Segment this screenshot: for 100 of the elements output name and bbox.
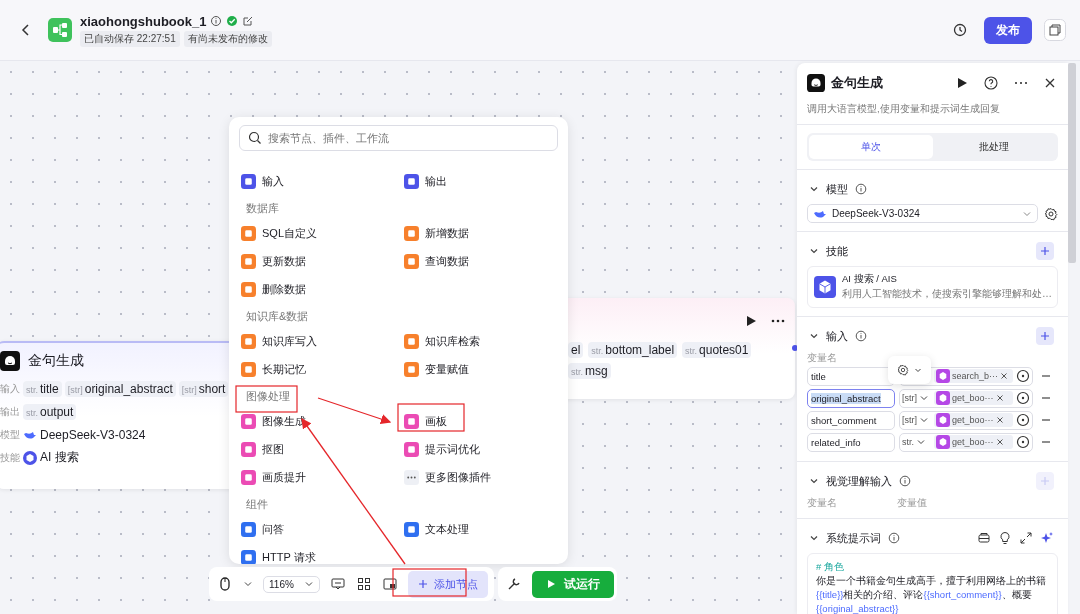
library-icon[interactable] [977,531,991,545]
variable-name-field[interactable]: original_abstract [807,388,895,408]
zoom-select[interactable]: 116% [263,575,320,593]
target-icon[interactable] [1016,369,1030,383]
variable-reference[interactable]: get_boo··· [934,391,1013,405]
publish-button[interactable]: 发布 [984,16,1032,44]
search-field[interactable]: 搜索节点、插件、工作流 [239,125,558,151]
add-button[interactable] [1036,327,1054,345]
model-select[interactable]: DeepSeek-V3-0324 [807,204,1038,223]
prompt-editor[interactable]: # 角色 你是一个书籍金句生成高手，擅于利用网络上的书籍 {{title}}相关的介绍、评论{{short_comment}}、概要 {{original_abstract}} [807,553,1058,614]
section-title: 系统提示词 [826,530,881,546]
chevron-down-icon [914,366,922,374]
type-select[interactable]: [str] [902,393,917,403]
target-icon[interactable] [1016,391,1030,405]
settings-icon [897,364,909,376]
mouse-icon[interactable] [217,576,233,592]
target-icon[interactable] [1016,413,1030,427]
variable-tag: [str] original_abstract [64,380,176,397]
chevron-down-icon[interactable] [243,579,253,589]
skill-name: AI 搜索 [40,449,79,466]
variable-name-field[interactable]: short_comment [807,410,895,430]
close-icon[interactable] [995,438,1004,446]
chevron-icon[interactable] [809,246,819,256]
menu-item[interactable]: 输出 [404,167,556,195]
minimap-icon[interactable] [381,576,398,592]
target-icon[interactable] [1016,435,1030,449]
skill-description: 利用人工智能技术，使搜索引擎能够理解和处… [842,287,1052,301]
section-title: 知识库&数据 [246,309,309,324]
mode-tab[interactable]: 批处理 [932,135,1056,159]
type-select[interactable]: str. [902,437,914,447]
field-label: 模型 [0,427,20,442]
menu-item[interactable]: 更多图像插件 [404,463,556,491]
panel-title: 金句生成 [831,74,883,92]
menu-item[interactable]: 知识库写入 [241,327,404,355]
layout-icon[interactable] [355,576,372,592]
section-title: 数据库 [246,201,279,216]
info-icon[interactable] [899,475,911,487]
menu-item[interactable]: 抠图 [241,435,404,463]
menu-item[interactable]: HTTP 请求 [241,543,404,564]
comment-icon[interactable] [329,576,346,592]
menu-item[interactable]: 画质提升 [241,463,404,491]
play-icon[interactable] [956,77,968,89]
expand-icon[interactable] [1019,531,1033,545]
annotation-box [397,403,465,432]
variable-reference[interactable]: get_boo··· [934,413,1013,427]
chevron-down-icon [303,579,314,589]
field-label: 技能 [0,450,20,465]
settings-popup[interactable] [888,356,931,384]
mode-tab[interactable]: 单次 [809,135,933,159]
variable-tag: el [568,342,584,358]
chevron-icon[interactable] [809,533,819,543]
chevron-down-icon[interactable] [919,415,929,425]
section-title: 技能 [826,243,848,259]
menu-item[interactable]: 新增数据 [404,219,556,247]
chevron-icon[interactable] [809,184,819,194]
menu-item[interactable]: 删除数据 [241,275,404,303]
info-icon[interactable] [210,15,223,27]
skill-name: AI 搜索 / AIS [842,273,898,286]
sparkle-icon[interactable] [1040,531,1054,545]
chevron-down-icon[interactable] [919,393,929,403]
settings-icon[interactable] [1044,206,1058,221]
menu-item[interactable]: SQL自定义 [241,219,404,247]
variable-reference[interactable]: get_boo··· [934,435,1013,449]
copy-icon[interactable] [1044,19,1066,41]
menu-item[interactable]: 查询数据 [404,247,556,275]
edit-icon[interactable] [242,15,255,27]
history-icon[interactable] [952,22,968,38]
play-icon[interactable] [745,315,757,327]
close-icon[interactable] [1044,77,1056,89]
variable-tag: str. bottom_label [588,342,678,358]
section-title: 组件 [246,497,268,512]
robot-icon [807,74,825,92]
menu-item[interactable]: 更新数据 [241,247,404,275]
type-select[interactable]: [str] [902,415,917,425]
chevron-down-icon[interactable] [916,437,926,447]
scrollbar[interactable] [1068,63,1076,263]
chevron-icon[interactable] [809,331,819,341]
menu-item[interactable]: 文本处理 [404,515,556,543]
menu-item[interactable]: 画板 [404,407,556,435]
prompt-text: 你是一个书籍金句生成高手，擅于利用网络上的书籍 {{title}}相关的介绍、评论{{short_comment}}、概要 {{original_abstract}} [816,574,1047,614]
close-icon[interactable] [995,394,1004,402]
menu-item[interactable]: 输入 [241,167,404,195]
lightbulb-icon[interactable] [998,531,1012,545]
close-icon[interactable] [1000,372,1008,380]
menu-item[interactable]: 问答 [241,515,404,543]
help-icon[interactable] [984,76,998,90]
skill-card[interactable]: AI 搜索 / AIS 利用人工智能技术，使搜索引擎能够理解和处… [807,266,1058,308]
column-header: 变量名 [807,351,837,365]
menu-item[interactable]: 长期记忆 [241,355,404,383]
variable-reference[interactable]: search_b··· [934,369,1013,383]
info-icon[interactable] [888,532,900,544]
close-icon[interactable] [995,416,1004,424]
variable-name-field[interactable]: related_info [807,432,895,452]
menu-item[interactable]: 提示词优化 [404,435,556,463]
info-icon[interactable] [855,183,867,195]
panel-description: 调用大语言模型,使用变量和提示词生成回复 [806,102,1001,116]
section-title: 模型 [826,181,848,197]
chevron-icon[interactable] [809,476,819,486]
add-button[interactable] [1036,242,1054,260]
info-icon[interactable] [855,330,867,342]
